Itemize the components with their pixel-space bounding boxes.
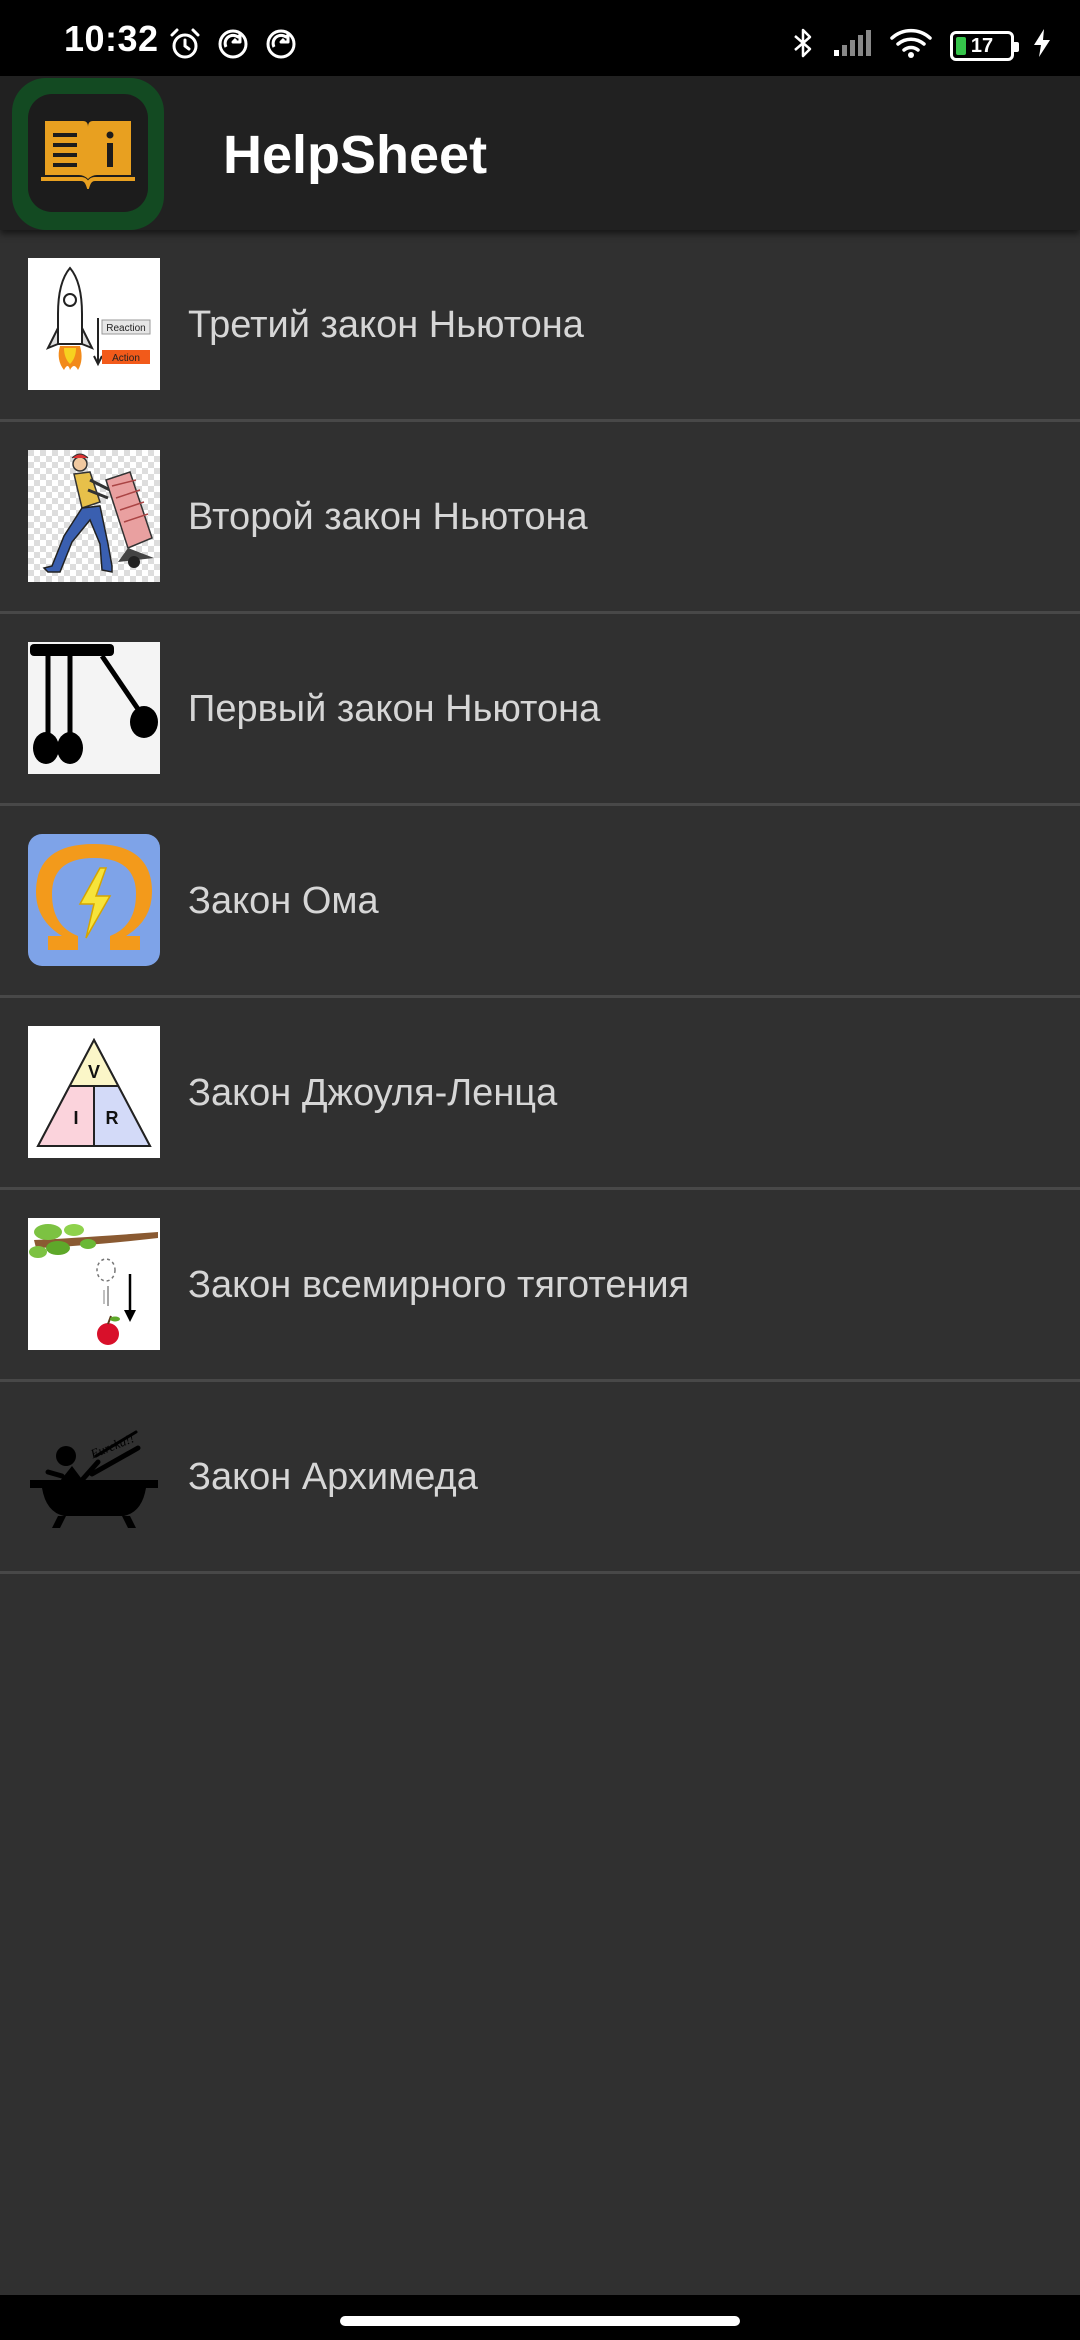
list-item-second-newton-law[interactable]: Второй закон Ньютона [0,422,1080,614]
alarm-icon [168,27,202,66]
vir-triangle-icon: V I R [28,1026,160,1158]
wifi-icon [890,27,932,64]
list-item-archimedes-law[interactable]: Eureka!! Закон Архимеда [0,1382,1080,1574]
status-system-icons: 17 [792,26,1052,65]
action-label: Action [112,353,140,364]
home-indicator[interactable] [340,2316,740,2326]
list-item-joule-lenz-law[interactable]: V I R Закон Джоуля-Ленца [0,998,1080,1190]
app-logo[interactable] [12,78,164,230]
list-item-third-newton-law[interactable]: Reaction Action Третий закон Ньютона [0,230,1080,422]
list-item-label: Закон Архимеда [188,1456,478,1498]
app-title: HelpSheet [223,125,488,185]
laws-list: Reaction Action Третий закон Ньютона Вто… [0,230,1080,1574]
battery-icon: 17 [950,30,1019,61]
eureka-label: Eureka!! [87,1430,136,1461]
status-bar: 10:32 17 [0,0,1080,76]
v-label: V [88,1062,100,1082]
r-label: R [106,1108,119,1128]
rocket-reaction-action-icon: Reaction Action [28,258,160,390]
list-item-label: Второй закон Ньютона [188,496,588,538]
omega-lightning-icon [28,834,160,966]
newtons-cradle-icon [28,642,160,774]
battery-level: 17 [970,34,994,57]
laws-list-container[interactable]: Reaction Action Третий закон Ньютона Вто… [0,230,1080,2295]
signal-icon [832,28,872,63]
list-item-label: Закон всемирного тяготения [188,1264,690,1306]
reaction-label: Reaction [106,323,145,334]
list-item-label: Закон Джоуля-Ленца [188,1072,558,1114]
list-item-ohm-law[interactable]: Закон Ома [0,806,1080,998]
list-item-label: Первый закон Ньютона [188,688,601,730]
i-label: I [73,1108,78,1128]
list-item-label: Третий закон Ньютона [188,304,584,346]
falling-apple-icon [28,1218,160,1350]
list-item-first-newton-law[interactable]: Первый закон Ньютона [0,614,1080,806]
app-bar: HelpSheet [0,76,1080,230]
list-item-label: Закон Ома [188,880,379,922]
eureka-bathtub-icon: Eureka!! [28,1410,160,1542]
bluetooth-icon [792,26,814,65]
man-pushing-cart-icon [28,450,160,582]
status-time: 10:32 [64,18,159,59]
list-item-gravitation-law[interactable]: Закон всемирного тяготения [0,1190,1080,1382]
book-info-icon [39,113,137,194]
sync-icon [264,27,298,66]
sync-icon [216,27,250,66]
navigation-bar [0,2295,1080,2340]
charging-icon [1032,28,1052,63]
status-notification-icons [168,27,298,66]
